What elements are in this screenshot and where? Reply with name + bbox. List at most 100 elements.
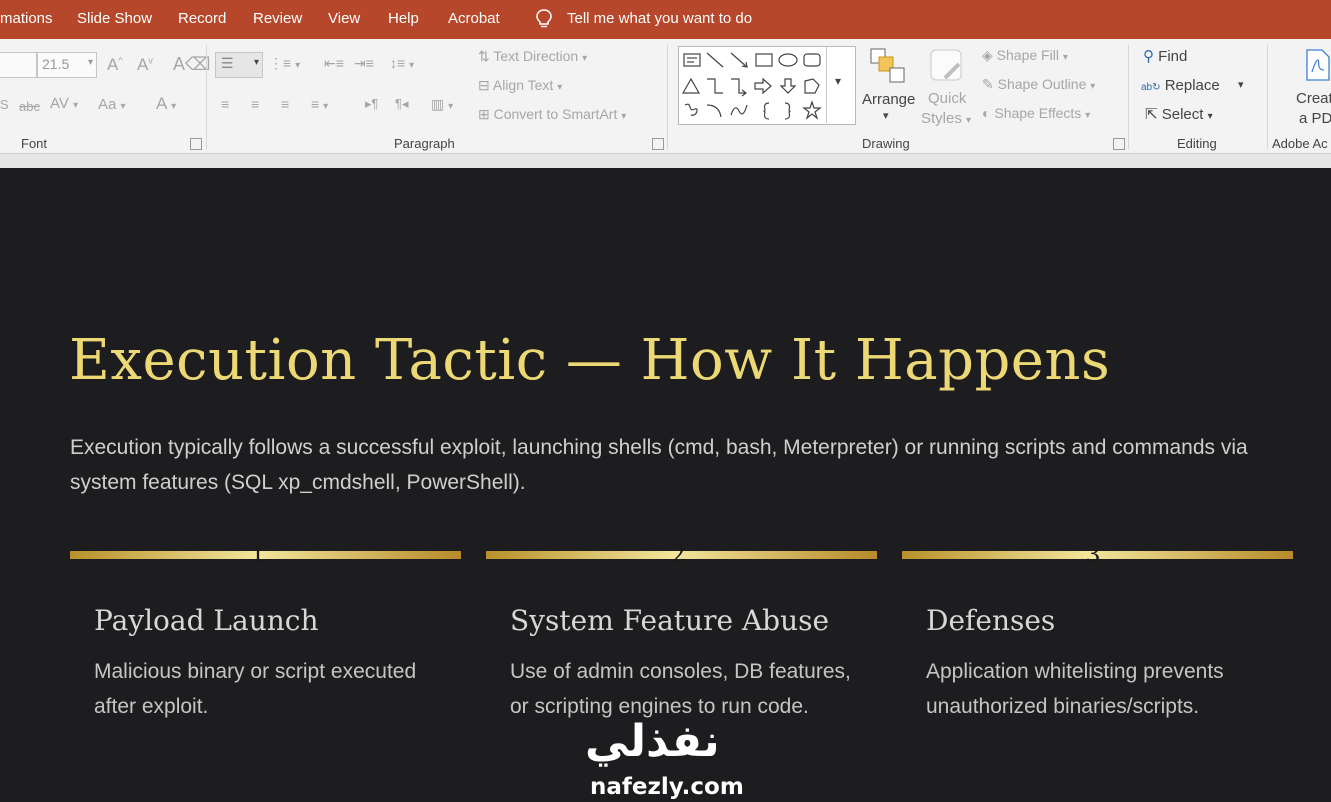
convert-smartart-label: Convert to SmartArt: [493, 106, 618, 122]
quick-styles-text: Styles: [921, 110, 962, 127]
clear-formatting-icon[interactable]: A⌫: [173, 54, 210, 75]
tab-record[interactable]: Record: [178, 10, 226, 27]
adobe-group-label: Adobe Ac: [1272, 136, 1328, 151]
ribbon: 21.5 ▾ A^ Av A⌫ S abc AV ▾ Aa ▾ A ▾ Font…: [0, 39, 1331, 153]
shape-fill-button[interactable]: ◈ Shape Fill ▾: [982, 47, 1068, 64]
increase-indent-icon[interactable]: ⇥≡: [354, 55, 374, 72]
strikethrough-button[interactable]: abc: [19, 99, 40, 114]
shape-outline-button[interactable]: ✎ Shape Outline ▾: [982, 76, 1095, 93]
tab-animations[interactable]: mations: [0, 10, 53, 27]
select-button[interactable]: ⇱ Select ▾: [1145, 105, 1213, 123]
drawing-group-label: Drawing: [862, 136, 910, 151]
tab-view[interactable]: View: [328, 10, 360, 27]
shape-effects-icon: ◐: [982, 105, 991, 121]
align-right-icon[interactable]: ≡: [281, 96, 289, 112]
bullets-button[interactable]: ☰ ▾: [215, 52, 263, 78]
char-spacing-label: AV: [50, 95, 69, 112]
font-color-button[interactable]: A ▾: [156, 94, 176, 114]
pencil-icon: ✎: [982, 76, 994, 92]
align-text-label: Align Text: [492, 77, 554, 93]
grow-font-icon[interactable]: A^: [107, 55, 123, 75]
align-text-button[interactable]: ⊟ Align Text ▾: [478, 77, 562, 94]
bullets-icon: ☰: [221, 55, 234, 71]
smartart-icon: ⊞: [478, 106, 490, 122]
find-label: Find: [1158, 48, 1188, 65]
card-title[interactable]: Defenses: [926, 604, 1055, 637]
ribbon-bottom-border: [0, 153, 1331, 169]
create-pdf-label-2[interactable]: a PD: [1299, 110, 1331, 127]
shape-outline-label: Shape Outline: [997, 76, 1087, 92]
arrange-button[interactable]: Arrange: [862, 91, 915, 108]
slide-lead-text[interactable]: Execution typically follows a successful…: [70, 430, 1290, 500]
character-spacing-button[interactable]: AV ▾: [50, 95, 78, 112]
shape-fill-label: Shape Fill: [996, 47, 1059, 63]
shadow-icon[interactable]: S: [0, 97, 9, 112]
chevron-down-icon: ▾: [835, 74, 842, 88]
text-direction-button[interactable]: ⇅ Text Direction ▾: [478, 48, 587, 65]
shape-effects-label: Shape Effects: [994, 105, 1082, 121]
card-title[interactable]: Payload Launch: [94, 604, 319, 637]
card-number: 1: [250, 541, 266, 569]
find-button[interactable]: ⚲ Find: [1143, 47, 1187, 65]
chevron-down-icon: ▾: [87, 57, 93, 68]
font-size-value: 21.5: [42, 56, 70, 72]
shrink-font-icon[interactable]: Av: [137, 55, 153, 75]
tab-help[interactable]: Help: [388, 10, 419, 27]
columns-icon[interactable]: ▥ ▾: [431, 96, 453, 113]
select-label: Select: [1161, 106, 1204, 123]
line-spacing-icon[interactable]: ↕≡ ▾: [390, 55, 414, 71]
group-divider: [1267, 45, 1268, 149]
quick-styles-label-1[interactable]: Quick: [928, 90, 966, 107]
text-direction-icon: ⇅: [478, 48, 490, 64]
text-direction-label: Text Direction: [493, 48, 579, 64]
shapes-more-button[interactable]: ▾: [826, 46, 855, 123]
editing-group-label: Editing: [1177, 136, 1217, 151]
paint-bucket-icon: ◈: [982, 47, 993, 63]
change-case-label: Aa: [98, 96, 117, 113]
card-text[interactable]: Malicious binary or script executed afte…: [94, 654, 454, 724]
tab-slide-show[interactable]: Slide Show: [77, 10, 152, 27]
lightbulb-icon: [536, 9, 552, 28]
card-text[interactable]: Application whitelisting prevents unauth…: [926, 654, 1286, 724]
align-center-icon[interactable]: ≡: [251, 96, 259, 112]
slide-canvas[interactable]: Execution Tactic — How It Happens Execut…: [0, 168, 1331, 802]
quick-styles-icon: [930, 49, 962, 81]
create-pdf-label-1[interactable]: Creat: [1296, 90, 1331, 107]
replace-label: Replace: [1164, 77, 1220, 94]
card-title[interactable]: System Feature Abuse: [510, 604, 829, 637]
tab-review[interactable]: Review: [253, 10, 302, 27]
font-size-combo[interactable]: 21.5 ▾: [37, 52, 97, 78]
paragraph-dialog-launcher-icon[interactable]: [652, 138, 664, 150]
group-divider: [1128, 45, 1129, 149]
arrange-icon: [870, 48, 905, 83]
font-dialog-launcher-icon[interactable]: [190, 138, 202, 150]
chevron-down-icon: ▾: [883, 110, 889, 122]
cursor-arrow-icon: ⇱: [1145, 106, 1158, 123]
chevron-down-icon[interactable]: ▾: [1238, 78, 1244, 91]
font-name-combo[interactable]: [0, 52, 37, 78]
replace-icon: ab↻: [1141, 82, 1161, 93]
watermark-url: nafezly.com: [590, 774, 744, 800]
chevron-down-icon: ▾: [253, 57, 259, 68]
align-left-icon[interactable]: ≡: [221, 96, 229, 112]
card-number: 2: [670, 541, 686, 569]
card-text[interactable]: Use of admin consoles, DB features, or s…: [510, 654, 870, 724]
menu-bar: mations Slide Show Record Review View He…: [0, 0, 1331, 39]
shape-effects-button[interactable]: ◐ Shape Effects ▾: [982, 105, 1090, 121]
numbering-icon[interactable]: ⋮≡ ▾: [269, 55, 300, 72]
group-divider: [667, 45, 668, 149]
tell-me-search[interactable]: Tell me what you want to do: [567, 10, 752, 27]
decrease-indent-icon[interactable]: ⇤≡: [324, 55, 344, 72]
replace-button[interactable]: ab↻ Replace: [1141, 77, 1220, 94]
group-divider: [206, 45, 207, 149]
convert-smartart-button[interactable]: ⊞ Convert to SmartArt ▾: [478, 106, 626, 123]
ltr-icon[interactable]: ▸¶: [365, 96, 379, 112]
drawing-dialog-launcher-icon[interactable]: [1113, 138, 1125, 150]
slide-title[interactable]: Execution Tactic — How It Happens: [69, 328, 1110, 393]
rtl-icon[interactable]: ¶◂: [395, 96, 409, 112]
justify-icon[interactable]: ≡ ▾: [311, 96, 328, 112]
watermark-arabic: نفذلي: [585, 716, 720, 767]
quick-styles-label-2[interactable]: Styles ▾: [921, 110, 971, 127]
change-case-button[interactable]: Aa ▾: [98, 96, 126, 113]
tab-acrobat[interactable]: Acrobat: [448, 10, 500, 27]
